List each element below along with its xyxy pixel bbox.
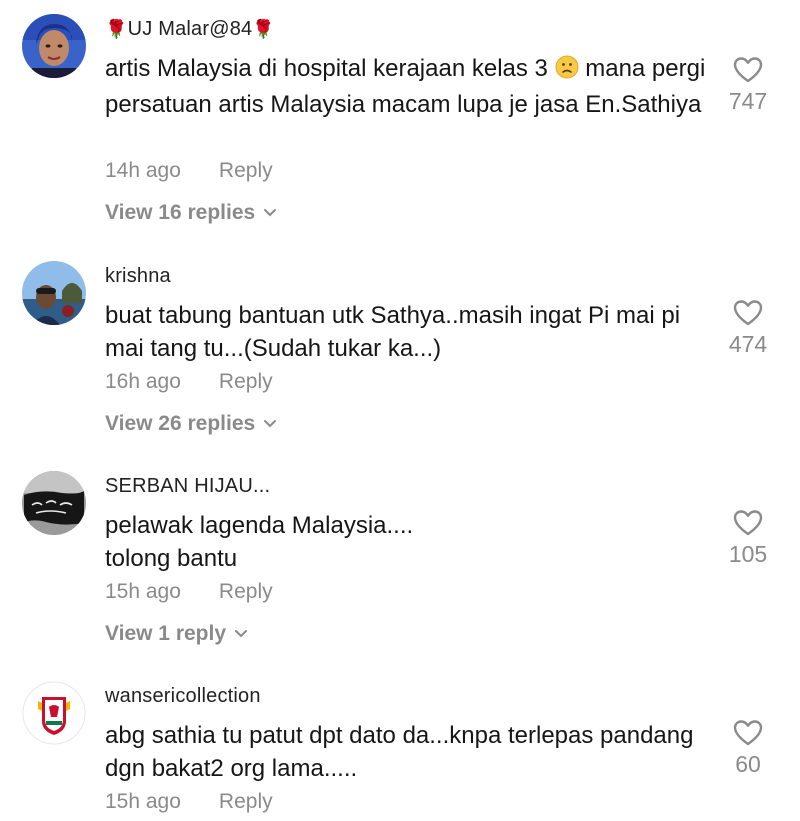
like-button[interactable]: 105 (700, 509, 796, 568)
view-replies-button[interactable]: View 26 replies (105, 412, 277, 436)
comment-time: 14h ago (105, 159, 181, 182)
like-count: 105 (728, 541, 768, 567)
like-count: 474 (728, 331, 768, 357)
comment-text: artis Malaysia di hospital kerajaan kela… (105, 55, 706, 118)
view-replies-button[interactable]: View 1 reply (105, 622, 248, 646)
reply-button[interactable]: Reply (219, 370, 273, 393)
comment-meta: 15h ago Reply (105, 790, 273, 814)
slightly-frowning-face-icon (555, 55, 579, 88)
chevron-down-icon (264, 420, 277, 428)
comment-text: abg sathia tu patut dpt dato da...knpa t… (105, 722, 694, 782)
like-button[interactable]: 474 (700, 299, 796, 358)
comment-text: pelawak lagenda Malaysia.... tolong bant… (105, 512, 414, 572)
comment-time: 15h ago (105, 580, 181, 603)
rose-icon: 🌹 (105, 19, 128, 39)
chevron-down-icon (264, 209, 277, 217)
avatar[interactable] (22, 14, 86, 78)
reply-button[interactable]: Reply (219, 159, 273, 182)
heart-outline-icon (733, 57, 763, 83)
comment-username[interactable]: krishna (105, 265, 171, 288)
avatar[interactable] (22, 261, 86, 325)
comment-meta: 15h ago Reply (105, 580, 273, 604)
rose-icon: 🌹 (252, 19, 276, 39)
heart-outline-icon (733, 510, 763, 536)
comment-time: 15h ago (105, 790, 181, 813)
heart-outline-icon (733, 300, 763, 326)
avatar[interactable] (22, 471, 86, 535)
comment-meta: 16h ago Reply (105, 370, 273, 394)
view-replies-button[interactable]: View 16 replies (105, 201, 277, 225)
chevron-down-icon (235, 630, 248, 638)
comment-text: buat tabung bantuan utk Sathya..masih in… (105, 302, 681, 362)
like-button[interactable]: 747 (700, 56, 796, 115)
reply-button[interactable]: Reply (219, 580, 273, 603)
like-count: 60 (735, 751, 761, 777)
reply-button[interactable]: Reply (219, 790, 273, 813)
like-button[interactable]: 60 (700, 719, 796, 778)
avatar[interactable] (22, 681, 86, 745)
comment-meta: 14h ago Reply (105, 159, 273, 183)
comment-username[interactable]: 🌹UJ Malar@84🌹 (105, 18, 275, 41)
comment-username[interactable]: SERBAN HIJAU... (105, 475, 270, 498)
comment-time: 16h ago (105, 370, 181, 393)
like-count: 747 (728, 88, 768, 114)
comment-username[interactable]: wansericollection (105, 685, 261, 708)
heart-outline-icon (733, 720, 763, 746)
